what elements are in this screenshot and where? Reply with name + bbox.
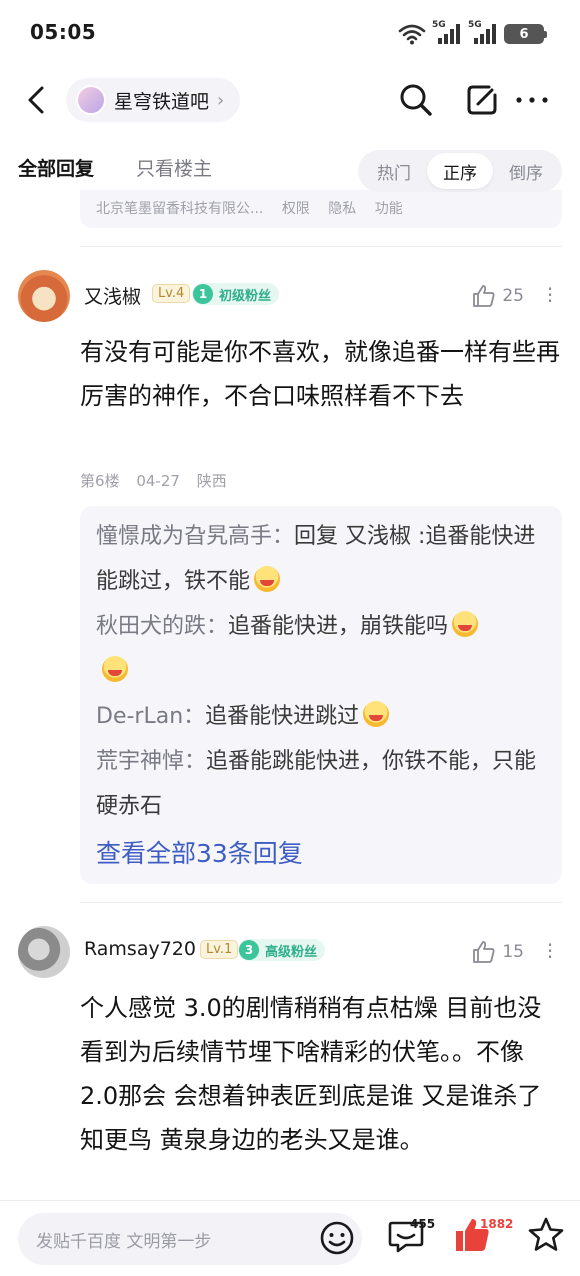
signal-icon-2: 5G [468, 20, 498, 46]
forum-name: 星穹铁道吧 [114, 90, 210, 113]
edit-icon [467, 85, 497, 115]
back-button[interactable] [18, 82, 54, 118]
forum-avatar [76, 85, 106, 115]
thumbs-up-icon [473, 285, 495, 307]
reply-author[interactable]: 荒宇神悼： [96, 749, 206, 774]
sort-desc[interactable]: 倒序 [493, 153, 559, 189]
reply-input-placeholder: 发贴千百度 文明第一步 [36, 1232, 212, 1252]
floor-number: 第6楼 [80, 472, 120, 490]
fan-level: 1 [193, 284, 213, 304]
previous-ad-card: 北京笔墨留香科技有限公... 权限 隐私 功能 [80, 190, 562, 228]
bottom-bar: 发贴千百度 文明第一步 455 1882 [0, 1200, 580, 1276]
emoji-icon[interactable] [318, 1219, 356, 1257]
previous-card-footer: 北京笔墨留香科技有限公... 权限 隐私 功能 [96, 198, 417, 218]
status-bar: 05:05 5G 5G 6 [0, 0, 580, 66]
tab-only-op[interactable]: 只看楼主 [136, 154, 212, 181]
battery-level: 6 [519, 26, 529, 42]
reply-input[interactable]: 发贴千百度 文明第一步 [18, 1213, 362, 1265]
reply-author[interactable]: 憧憬成为旮旯高手： [96, 524, 294, 549]
battery-icon: 6 [504, 24, 547, 44]
fan-badge: 3 高级粉丝 [238, 939, 326, 961]
post-text: 有没有可能是你不喜欢，就像追番一样有些再厉害的神作，不合口味照样看不下去 [80, 338, 560, 410]
sub-replies[interactable]: 憧憬成为旮旯高手：回复 又浅椒 :追番能快进能跳过，铁不能 秋田犬的跌：追番能快… [80, 506, 562, 884]
avatar[interactable] [18, 270, 70, 322]
forum-link[interactable]: 星穹铁道吧 › [66, 78, 241, 122]
fan-badge: 1 初级粉丝 [192, 283, 280, 305]
chevron-right-icon: › [217, 89, 225, 111]
sub-reply: De-rLan：追番能快进跳过 [96, 694, 548, 739]
fan-title: 初级粉丝 [219, 288, 272, 304]
like-count: 15 [502, 942, 524, 962]
more-vertical-icon[interactable]: · · · [546, 935, 554, 967]
reply-author[interactable]: De-rLan： [96, 704, 205, 729]
view-all-replies-link[interactable]: 查看全部33条回复 [96, 834, 303, 870]
signal-icon-1: 5G [432, 20, 462, 46]
search-icon [400, 84, 432, 116]
emoji-icon [254, 566, 281, 592]
reply-author[interactable]: 秋田犬的跌： [96, 614, 228, 639]
favorite-button[interactable] [526, 1215, 566, 1255]
sort-hot[interactable]: 热门 [361, 153, 427, 189]
star-icon [528, 1217, 564, 1251]
fan-level: 3 [239, 940, 259, 960]
chevron-left-icon [28, 86, 44, 114]
divider [80, 902, 562, 903]
tabs-bar: 全部回复 只看楼主 热门 正序 倒序 [0, 140, 580, 192]
sub-reply: 荒宇神悼：追番能跳能快进，你铁不能，只能硬赤石 [96, 739, 548, 829]
more-button[interactable] [512, 80, 552, 120]
like-button[interactable]: 25 [472, 284, 524, 308]
comment-count: 455 [410, 1217, 436, 1231]
like-count: 25 [502, 286, 524, 306]
sub-reply: 憧憬成为旮旯高手：回复 又浅椒 :追番能快进能跳过，铁不能 [96, 514, 548, 604]
emoji-icon [452, 611, 479, 637]
privacy-link[interactable]: 隐私 [328, 201, 356, 217]
fan-title: 高级粉丝 [265, 944, 318, 960]
username[interactable]: 又浅椒 [84, 282, 141, 309]
post-text: 个人感觉 3.0的剧情稍稍有点枯燥 目前也没看到为后续情节埋下啥精彩的伏笔。。不… [80, 994, 542, 1154]
search-button[interactable] [396, 80, 436, 120]
reply-text: 追番能快进跳过 [205, 704, 360, 729]
post-meta: 第6楼 04-27 陕西 [80, 470, 239, 491]
username[interactable]: Ramsay720 [84, 938, 196, 960]
sort-toggle: 热门 正序 倒序 [358, 150, 562, 192]
rights-link[interactable]: 权限 [282, 201, 310, 217]
post-location: 陕西 [196, 472, 227, 490]
level-badge: Lv.1 [200, 940, 239, 959]
emoji-icon [102, 656, 128, 682]
thumbs-up-icon [473, 941, 495, 963]
post-date: 04-27 [136, 472, 180, 490]
reply-text: 追番能快进，崩铁能吗 [228, 614, 449, 639]
emoji-icon [363, 701, 390, 727]
level-badge: Lv.4 [152, 284, 191, 303]
sub-reply: 秋田犬的跌：追番能快进，崩铁能吗 [96, 604, 548, 694]
tab-all-replies[interactable]: 全部回复 [18, 154, 94, 181]
sort-asc[interactable]: 正序 [427, 153, 493, 189]
more-vertical-icon[interactable]: · · · [546, 279, 554, 311]
avatar[interactable] [18, 926, 70, 978]
nav-bar: 星穹铁道吧 › [0, 70, 580, 130]
more-horizontal-icon [516, 97, 548, 103]
like-count-total: 1882 [480, 1217, 514, 1231]
status-icons: 5G 5G 6 [398, 20, 547, 48]
status-time: 05:05 [30, 20, 97, 44]
edit-button[interactable] [462, 80, 502, 120]
divider [80, 246, 562, 247]
like-button[interactable]: 15 [472, 940, 524, 964]
wifi-icon [398, 24, 426, 45]
company-name: 北京笔墨留香科技有限公... [96, 201, 264, 217]
features-link[interactable]: 功能 [375, 201, 403, 217]
